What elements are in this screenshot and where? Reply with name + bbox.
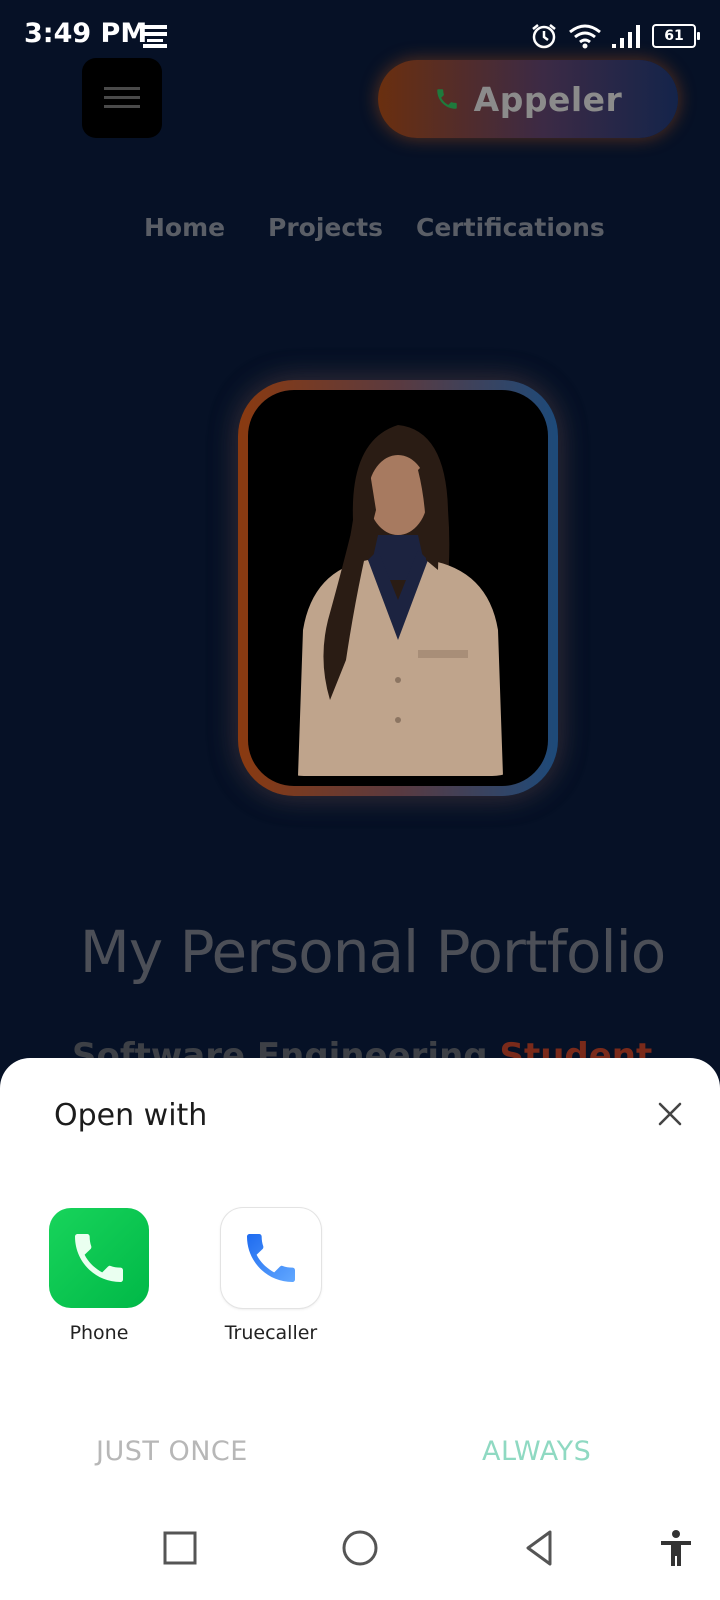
status-time: 3:49 PM [24,18,148,49]
signal-icon [612,25,640,48]
nav-link-certifications[interactable]: Certifications [416,213,605,242]
back-icon[interactable] [520,1528,560,1568]
notification-icon [143,25,167,48]
system-nav-bar [0,1490,720,1600]
app-option-phone[interactable]: Phone [24,1208,174,1344]
close-button[interactable] [650,1094,690,1134]
status-icons: 61 [530,18,700,54]
wifi-icon [569,24,601,49]
menu-button[interactable] [82,58,162,138]
profile-photo [258,400,538,776]
site-nav: Home Projects Certifications [0,205,720,255]
nav-link-projects[interactable]: Projects [268,213,383,242]
battery-icon: 61 [652,24,700,48]
app-label-phone: Phone [69,1322,129,1344]
alarm-icon [532,24,556,49]
recents-icon[interactable] [160,1528,200,1568]
just-once-button[interactable]: JUST ONCE [96,1436,248,1467]
portfolio-title: My Personal Portfolio [79,918,666,986]
close-icon [658,1102,682,1126]
hamburger-icon [104,87,140,108]
app-label-truecaller: Truecaller [224,1322,318,1344]
sheet-title: Open with [54,1098,208,1133]
always-button[interactable]: ALWAYS [482,1436,591,1467]
truecaller-app-icon [221,1208,321,1308]
app-option-truecaller[interactable]: Truecaller [196,1208,346,1344]
call-button[interactable]: Appeler [378,60,678,138]
home-icon[interactable] [340,1528,380,1568]
profile-photo-frame [238,380,558,796]
person-illustration [298,425,503,776]
nav-link-home[interactable]: Home [144,213,225,242]
portfolio-page: 3:49 PM 61 Appeler Home Projects Certifi… [0,0,720,1600]
phone-icon [436,89,457,109]
call-button-label: Appeler [473,79,623,119]
phone-app-icon [49,1208,149,1308]
accessibility-icon[interactable] [656,1528,696,1568]
